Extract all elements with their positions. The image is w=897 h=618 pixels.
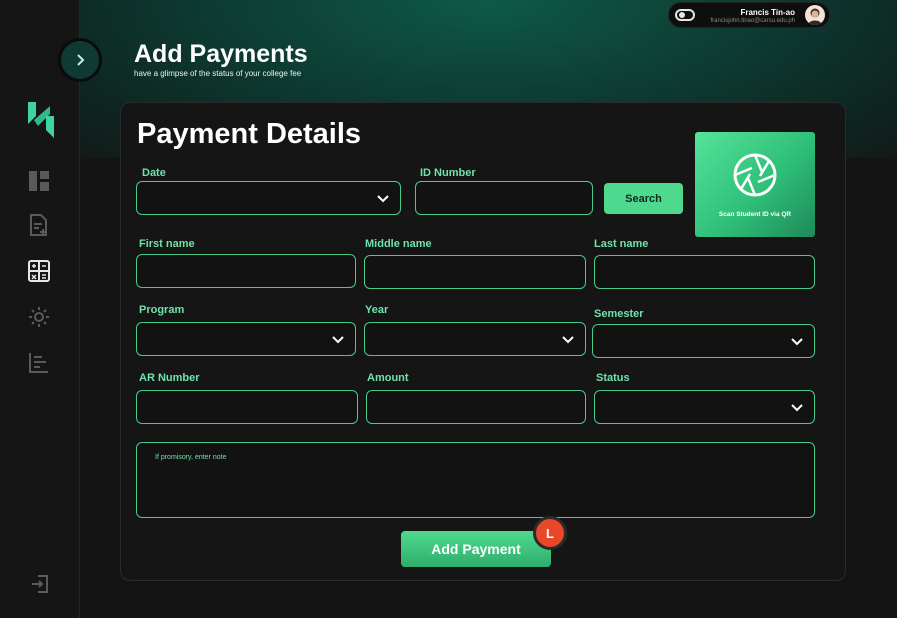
semester-select[interactable] xyxy=(592,324,815,358)
last-name-label: Last name xyxy=(594,238,649,250)
form-title: Payment Details xyxy=(137,118,362,150)
user-menu[interactable]: Francis Tin-ao francisjohn.tinao@carsu.e… xyxy=(668,2,830,28)
document-add-icon[interactable] xyxy=(28,214,50,236)
chevron-down-icon xyxy=(562,336,574,344)
sidebar-toggle-button[interactable] xyxy=(58,38,102,82)
status-label: Status xyxy=(596,372,630,384)
first-name-input[interactable] xyxy=(136,254,356,288)
page-subtitle: have a glimpse of the status of your col… xyxy=(134,69,302,78)
year-label: Year xyxy=(365,304,389,316)
add-payment-button[interactable]: Add Payment xyxy=(401,531,551,567)
theme-toggle[interactable] xyxy=(675,9,695,21)
app-logo-icon xyxy=(28,102,54,138)
notification-badge[interactable]: L xyxy=(533,516,567,550)
logout-icon[interactable] xyxy=(30,574,50,594)
middle-name-label: Middle name xyxy=(365,238,432,250)
ar-number-label: AR Number xyxy=(139,372,200,384)
year-select[interactable] xyxy=(364,322,586,356)
status-select[interactable] xyxy=(594,390,815,424)
date-select[interactable] xyxy=(136,181,401,215)
program-select[interactable] xyxy=(136,322,356,356)
middle-name-input[interactable] xyxy=(364,255,586,289)
user-name: Francis Tin-ao xyxy=(740,8,795,17)
chevron-down-icon xyxy=(791,338,803,346)
gear-icon[interactable] xyxy=(28,306,50,328)
app-root: Add Payments have a glimpse of the statu… xyxy=(0,0,897,618)
id-number-input[interactable] xyxy=(415,181,593,215)
chevron-down-icon xyxy=(377,195,389,203)
search-button[interactable]: Search xyxy=(604,183,683,214)
user-email: francisjohn.tinao@carsu.edu.ph xyxy=(710,18,795,24)
user-avatar-icon xyxy=(808,8,822,25)
note-placeholder: If promisory, enter note xyxy=(155,454,227,461)
amount-label: Amount xyxy=(367,372,409,384)
id-number-label: ID Number xyxy=(420,167,476,179)
scan-qr-button[interactable]: Scan Student ID via QR xyxy=(695,132,815,237)
page-title: Add Payments xyxy=(134,40,308,68)
camera-aperture-icon xyxy=(733,153,777,197)
amount-input[interactable] xyxy=(366,390,586,424)
scan-qr-label: Scan Student ID via QR xyxy=(718,211,792,218)
first-name-label: First name xyxy=(139,238,195,250)
semester-label: Semester xyxy=(594,308,644,320)
note-textarea[interactable]: If promisory, enter note xyxy=(136,442,815,518)
ar-number-input[interactable] xyxy=(136,390,358,424)
chevron-down-icon xyxy=(791,404,803,412)
date-label: Date xyxy=(142,167,166,179)
report-list-icon[interactable] xyxy=(28,352,50,374)
chevron-right-icon xyxy=(77,54,85,66)
program-label: Program xyxy=(139,304,185,316)
calculator-icon[interactable] xyxy=(28,260,50,282)
chevron-down-icon xyxy=(332,336,344,344)
dashboard-icon[interactable] xyxy=(28,170,50,192)
avatar[interactable] xyxy=(805,5,825,25)
last-name-input[interactable] xyxy=(594,255,815,289)
